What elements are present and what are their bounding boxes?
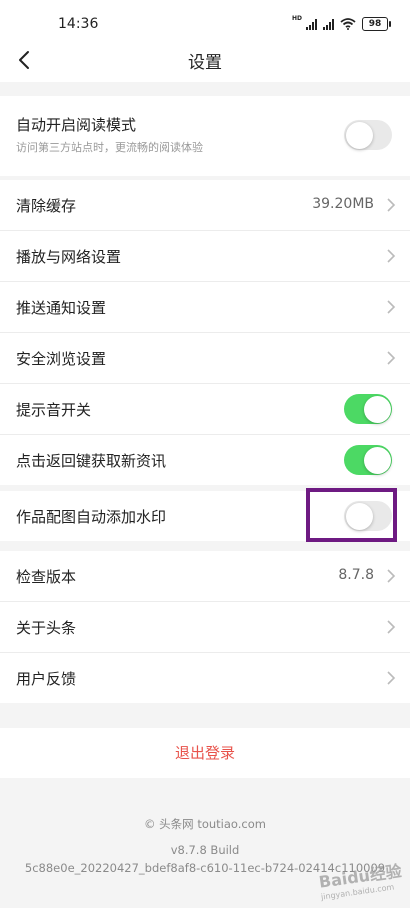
wifi-icon — [340, 18, 356, 30]
battery-icon: 98 — [362, 17, 391, 31]
push-notification-label: 推送通知设置 — [16, 299, 107, 317]
back-refresh-toggle[interactable] — [344, 445, 392, 475]
version-build-text: v8.7.8 Build — [170, 843, 240, 857]
about-toutiao-row[interactable]: 关于头条 — [0, 602, 410, 653]
about-section: 检查版本 8.7.8 关于头条 用户反馈 — [0, 551, 410, 703]
page-title: 设置 — [188, 53, 222, 73]
check-version-row[interactable]: 检查版本 8.7.8 — [0, 551, 410, 602]
clear-cache-label: 清除缓存 — [16, 197, 77, 215]
version-value: 8.7.8 — [338, 567, 374, 583]
hd-icon: HD — [291, 14, 302, 22]
chevron-right-icon — [387, 300, 396, 314]
feedback-label: 用户反馈 — [16, 670, 77, 688]
playback-network-row[interactable]: 播放与网络设置 — [0, 231, 410, 282]
reading-mode-toggle[interactable] — [344, 120, 392, 150]
signal-icon-2 — [323, 18, 334, 30]
chevron-right-icon — [387, 249, 396, 263]
back-refresh-row: 点击返回键获取新资讯 — [0, 435, 410, 485]
reading-mode-subtitle: 访问第三方站点时，更流畅的阅读体验 — [16, 141, 203, 154]
chevron-right-icon — [387, 671, 396, 685]
copyright-text: © 头条网 toutiao.com — [144, 817, 266, 831]
chevron-right-icon — [387, 351, 396, 365]
nav-bar: 设置 — [0, 36, 410, 82]
back-refresh-label: 点击返回键获取新资讯 — [16, 452, 167, 470]
sound-toggle[interactable] — [344, 394, 392, 424]
chevron-right-icon — [387, 198, 396, 212]
highlight-box — [306, 488, 397, 542]
push-notification-row[interactable]: 推送通知设置 — [0, 282, 410, 333]
chevron-right-icon — [387, 569, 396, 583]
reading-mode-label: 自动开启阅读模式 — [16, 116, 137, 134]
feedback-row[interactable]: 用户反馈 — [0, 653, 410, 703]
playback-network-label: 播放与网络设置 — [16, 248, 122, 266]
signal-icon — [306, 18, 317, 30]
cache-size-value: 39.20MB — [312, 196, 374, 212]
general-settings-section: 清除缓存 39.20MB 播放与网络设置 推送通知设置 安全浏览设置 提示音开关… — [0, 180, 410, 485]
status-icons: HD 98 — [291, 14, 391, 33]
safe-browsing-row[interactable]: 安全浏览设置 — [0, 333, 410, 384]
clear-cache-row[interactable]: 清除缓存 39.20MB — [0, 180, 410, 231]
status-time: 14:36 — [58, 16, 99, 32]
sound-toggle-row: 提示音开关 — [0, 384, 410, 435]
watermark-label: 作品配图自动添加水印 — [16, 508, 167, 526]
check-version-label: 检查版本 — [16, 568, 77, 586]
about-toutiao-label: 关于头条 — [16, 619, 77, 637]
safe-browsing-label: 安全浏览设置 — [16, 350, 107, 368]
logout-button[interactable]: 退出登录 — [0, 728, 410, 778]
chevron-right-icon — [387, 620, 396, 634]
reading-mode-section: 自动开启阅读模式 访问第三方站点时，更流畅的阅读体验 — [0, 96, 410, 176]
reading-mode-row: 自动开启阅读模式 访问第三方站点时，更流畅的阅读体验 — [0, 96, 410, 176]
sound-toggle-label: 提示音开关 — [16, 401, 92, 419]
